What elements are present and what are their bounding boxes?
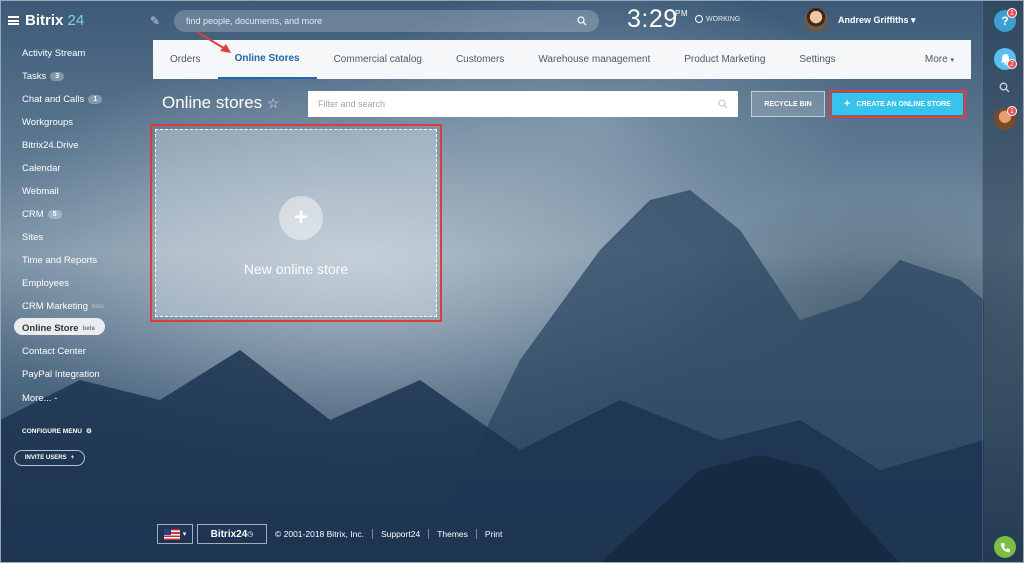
sidebar-item-activity-stream[interactable]: Activity Stream — [22, 48, 85, 59]
search-icon[interactable] — [999, 82, 1010, 93]
tab-bar: Orders Online Stores Commercial catalog … — [153, 40, 971, 79]
edit-icon[interactable]: ✎ — [150, 14, 160, 28]
sidebar-item-contact-center[interactable]: Contact Center — [22, 346, 86, 357]
filter-search-input[interactable]: Filter and search — [308, 91, 738, 117]
tab-more[interactable]: More ▾ — [908, 40, 971, 79]
sidebar-item-drive[interactable]: Bitrix24.Drive — [22, 140, 79, 151]
tab-product-marketing[interactable]: Product Marketing — [667, 40, 782, 79]
clock-time: 3:29 — [627, 5, 678, 33]
global-search-input[interactable]: find people, documents, and more — [174, 10, 599, 32]
configure-menu-button[interactable]: CONFIGURE MENU ⚙ — [22, 427, 92, 436]
sidebar-item-webmail[interactable]: Webmail — [22, 186, 59, 197]
us-flag-icon — [163, 528, 180, 540]
tab-settings[interactable]: Settings — [782, 40, 852, 79]
chevron-down-icon: ▾ — [911, 15, 916, 25]
user-name: Andrew Griffiths — [838, 15, 909, 25]
right-rail: ? 1 2 1 — [982, 0, 1024, 563]
status-label: WORKING — [706, 15, 741, 23]
count-badge: 1 — [88, 95, 103, 104]
beta-tag: beta — [82, 325, 95, 332]
search-icon — [577, 16, 587, 26]
work-status[interactable]: WORKING — [695, 15, 740, 23]
sidebar-item-crm-marketing[interactable]: CRM Marketing beta — [22, 301, 104, 312]
bitrix24-footer-button[interactable]: Bitrix24 ◷ — [197, 524, 267, 544]
notification-badge: 2 — [1007, 59, 1017, 69]
sidebar-item-paypal[interactable]: PayPal Integration — [22, 369, 100, 380]
tab-customers[interactable]: Customers — [439, 40, 521, 79]
sidebar-item-calendar[interactable]: Calendar — [22, 163, 61, 174]
annotation-arrow-icon — [196, 31, 231, 53]
copyright: © 2001-2018 Bitrix, Inc. — [275, 529, 364, 539]
sidebar-item-employees[interactable]: Employees — [22, 278, 69, 289]
plus-icon: + — [844, 98, 851, 110]
plus-icon: + — [279, 196, 323, 240]
sidebar-item-tasks[interactable]: Tasks 3 — [22, 71, 65, 82]
user-avatar[interactable] — [804, 8, 828, 32]
language-selector[interactable]: ▾ — [157, 524, 193, 544]
help-badge: 1 — [1007, 8, 1017, 18]
search-icon — [718, 99, 728, 109]
clock-icon: ◷ — [247, 531, 254, 538]
search-placeholder: find people, documents, and more — [186, 16, 323, 26]
tile-dashed-area: + New online store — [155, 129, 437, 317]
chevron-down-icon: ▾ — [182, 531, 187, 538]
support-link[interactable]: Support24 — [371, 529, 428, 539]
print-link[interactable]: Print — [475, 529, 510, 539]
new-online-store-tile[interactable]: + New online store — [150, 124, 442, 322]
themes-link[interactable]: Themes — [428, 529, 476, 539]
user-menu[interactable]: Andrew Griffiths ▾ — [838, 15, 916, 26]
footer-links: © 2001-2018 Bitrix, Inc. Support24 Theme… — [275, 529, 510, 539]
app-logo[interactable]: Bitrix 24 — [8, 12, 84, 29]
tab-commercial-catalog[interactable]: Commercial catalog — [317, 40, 439, 79]
sidebar-item-online-store[interactable]: Online Store beta — [22, 323, 95, 334]
sidebar-item-crm[interactable]: CRM 5 — [22, 209, 62, 220]
create-online-store-button[interactable]: + CREATE AN ONLINE STORE — [829, 90, 966, 118]
sidebar-item-chat[interactable]: Chat and Calls 1 — [22, 94, 103, 105]
gear-icon: ⚙ — [85, 428, 92, 435]
clock-ampm: PM — [675, 9, 688, 18]
page-title: Online stores ☆ — [162, 93, 280, 112]
sidebar-item-more[interactable]: More... - — [22, 393, 57, 404]
chat-badge: 1 — [1007, 106, 1017, 116]
recycle-bin-button[interactable]: RECYCLE BIN — [751, 91, 825, 117]
tab-warehouse[interactable]: Warehouse management — [521, 40, 667, 79]
tab-more-label: More — [924, 54, 948, 65]
new-store-label: New online store — [243, 261, 349, 277]
beta-tag: beta — [92, 303, 104, 310]
clock[interactable]: 3:29 PM — [627, 5, 688, 34]
menu-icon[interactable] — [8, 16, 19, 25]
filter-placeholder: Filter and search — [318, 99, 386, 109]
invite-users-button[interactable]: INVITE USERS + — [14, 450, 85, 466]
sidebar-item-sites[interactable]: Sites — [22, 232, 43, 243]
chevron-down-icon: ▾ — [950, 56, 954, 64]
count-badge: 3 — [50, 72, 65, 81]
count-badge: 5 — [47, 210, 62, 219]
status-icon — [695, 15, 703, 23]
plus-icon: + — [70, 455, 75, 461]
sidebar-item-workgroups[interactable]: Workgroups — [22, 117, 73, 128]
star-icon[interactable]: ☆ — [267, 95, 280, 111]
create-store-label: CREATE AN ONLINE STORE — [856, 100, 951, 108]
logo-text: Bitrix 24 — [25, 12, 85, 29]
phone-icon[interactable] — [994, 536, 1016, 558]
sidebar-item-time-reports[interactable]: Time and Reports — [22, 255, 97, 266]
